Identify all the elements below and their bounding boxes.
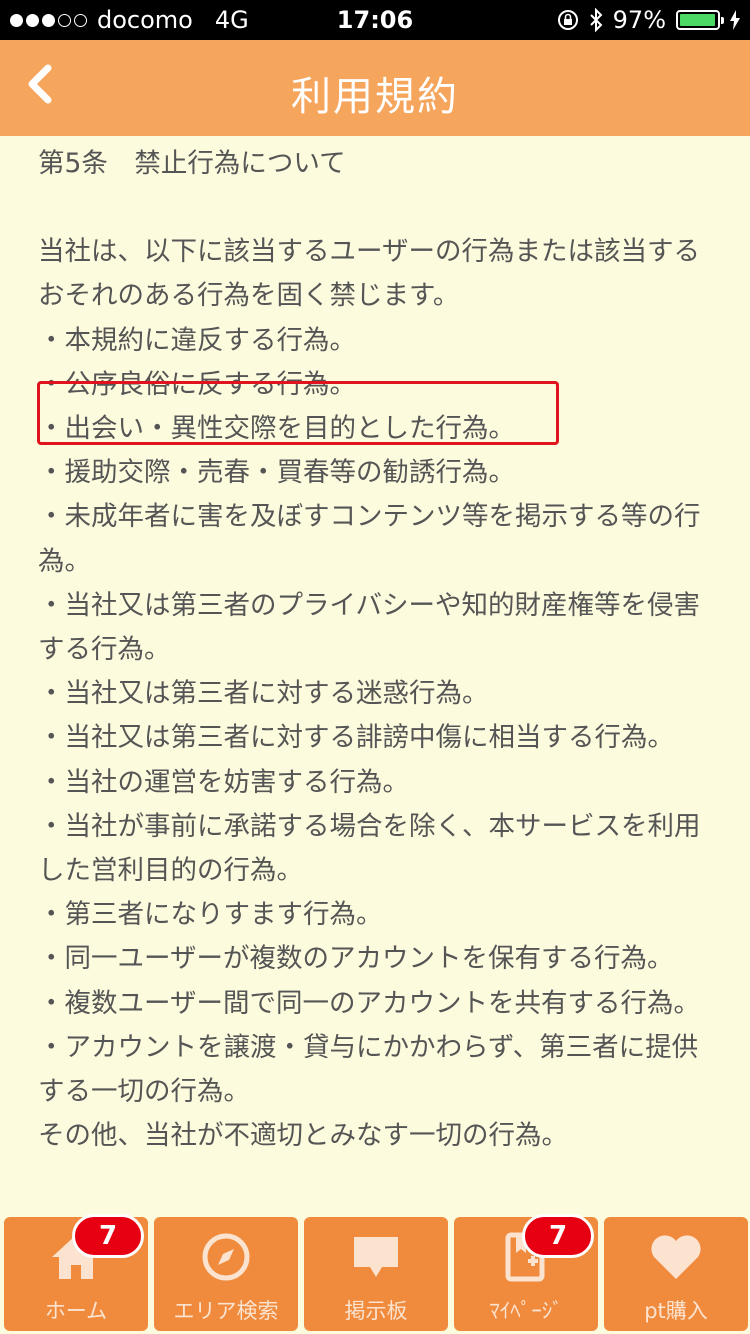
terms-paragraph: 当社は、以下に該当するユーザーの行為または該当するおそれのある行為を固く禁じます… <box>38 236 700 312</box>
terms-paragraph: ・複数ユーザー間で同一のアカウントを共有する行為。 <box>38 987 700 1019</box>
tab-label: 掲示板 <box>344 1299 408 1323</box>
battery-level <box>680 14 715 26</box>
terms-paragraph: その他、当社が不適切とみなす一切の行為。 <box>38 1120 568 1152</box>
notification-badge: 7 <box>522 1214 594 1258</box>
notification-badge: 7 <box>72 1214 144 1258</box>
tab-bar: ホーム 7 エリア検索 掲示板 ﾏｲﾍﾟｰｼﾞ 7 pt購入 <box>0 1208 750 1334</box>
status-right: 97% <box>557 6 740 34</box>
battery-percent: 97% <box>612 6 666 34</box>
terms-paragraph: ・当社又は第三者に対する迷惑行為。 <box>38 678 489 710</box>
bluetooth-icon <box>589 8 603 32</box>
terms-paragraph: ・第三者になりすます行為。 <box>38 899 383 931</box>
terms-paragraph: ・当社の運営を妨害する行為。 <box>38 766 409 798</box>
terms-paragraph: ・公序良俗に反する行為。 <box>38 368 356 400</box>
article-heading: 第5条 禁止行為について <box>38 148 346 179</box>
tab-area-search[interactable]: エリア検索 <box>154 1217 298 1331</box>
terms-paragraph: ・未成年者に害を及ぼすコンテンツ等を掲示する等の行為。 <box>38 501 701 577</box>
terms-paragraph: ・当社又は第三者のプライバシーや知的財産権等を侵害する行為。 <box>38 589 700 666</box>
tab-point-purchase[interactable]: pt購入 <box>604 1217 748 1331</box>
terms-paragraph: ・アカウントを譲渡・貸与にかかわらず、第三者に提供する一切の行為。 <box>38 1031 699 1108</box>
orientation-lock-icon <box>557 10 578 30</box>
terms-paragraph: ・本規約に違反する行為。 <box>38 324 356 356</box>
page-title: 利用規約 <box>291 74 459 120</box>
terms-paragraph: ・当社が事前に承諾する場合を除く、本サービスを利用した営利目的の行為。 <box>38 810 701 887</box>
navigation-bar: 利用規約 <box>0 40 750 136</box>
tab-label: pt購入 <box>644 1299 708 1323</box>
terms-paragraph: ・出会い・異性交際を目的とした行為。 <box>38 413 515 445</box>
battery-icon <box>676 10 724 30</box>
tab-label: ホーム <box>44 1299 108 1323</box>
terms-paragraph: ・同一ユーザーが複数のアカウントを保有する行為。 <box>38 943 674 975</box>
tab-bulletin-board[interactable]: 掲示板 <box>304 1217 448 1331</box>
heart-icon <box>651 1235 701 1279</box>
terms-paragraph: ・援助交際・売春・買春等の勧誘行為。 <box>38 457 515 489</box>
terms-paragraph: ・当社又は第三者に対する誹謗中傷に相当する行為。 <box>38 722 674 754</box>
tab-label: ﾏｲﾍﾟｰｼﾞ <box>489 1299 563 1323</box>
status-bar: docomo 4G 17:06 97% <box>0 0 750 40</box>
compass-icon <box>202 1233 250 1281</box>
charging-icon <box>730 10 740 30</box>
tab-label: エリア検索 <box>173 1299 279 1323</box>
terms-content: 第5条 禁止行為について 当社は、以下に該当するユーザーの行為または該当するおそ… <box>38 136 718 1158</box>
speech-bubble-icon <box>354 1237 398 1277</box>
